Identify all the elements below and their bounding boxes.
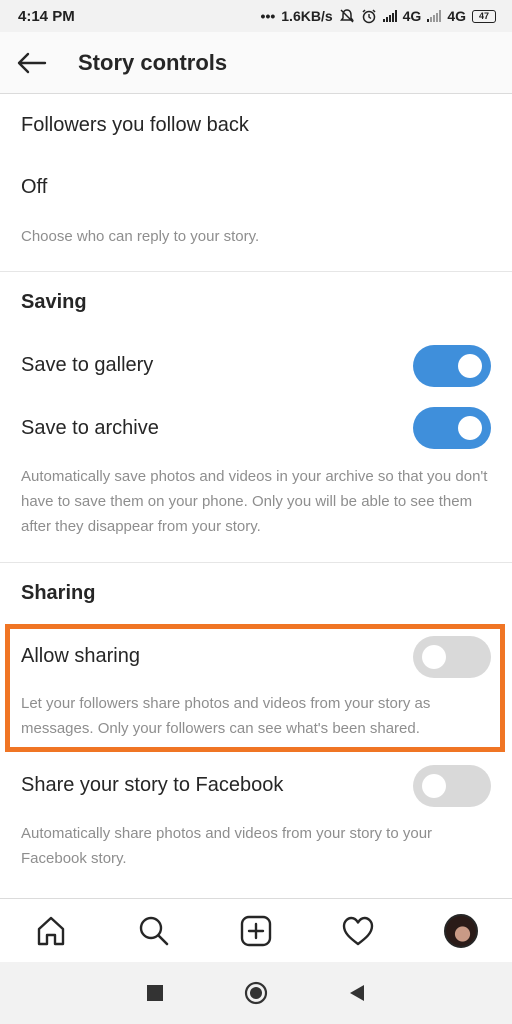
status-icons: ••• 1.6KB/s 4G 4G 47 xyxy=(261,8,496,24)
status-bar: 4:14 PM ••• 1.6KB/s 4G 4G 47 xyxy=(0,0,512,32)
divider xyxy=(0,271,512,272)
toggle-knob xyxy=(422,774,446,798)
home-icon xyxy=(37,916,65,945)
alarm-icon xyxy=(362,9,376,24)
share-to-facebook-description: Automatically share photos and videos fr… xyxy=(21,825,433,867)
share-to-facebook-toggle[interactable] xyxy=(413,765,491,807)
reply-option-followers-you-follow-back[interactable]: Followers you follow back xyxy=(21,114,249,137)
toggle-knob xyxy=(422,645,446,669)
tab-add-post[interactable] xyxy=(231,906,281,956)
toggle-knob xyxy=(458,354,482,378)
divider xyxy=(0,562,512,563)
saving-section-title: Saving xyxy=(21,291,87,313)
share-to-facebook-label: Share your story to Facebook xyxy=(21,774,284,796)
tab-activity[interactable] xyxy=(333,906,383,956)
back-button[interactable] xyxy=(0,32,62,94)
tab-home[interactable] xyxy=(26,906,76,956)
allow-sharing-toggle[interactable] xyxy=(413,636,491,678)
status-time: 4:14 PM xyxy=(18,7,75,25)
status-dots: ••• xyxy=(260,8,276,24)
network-type-2: 4G xyxy=(447,8,466,24)
reply-description: Choose who can reply to your story. xyxy=(21,228,260,245)
network-speed: 1.6KB/s xyxy=(281,8,333,24)
save-to-gallery-label: Save to gallery xyxy=(21,354,154,376)
back-arrow-icon xyxy=(17,52,47,73)
add-post-icon xyxy=(240,915,272,946)
allow-sharing-description: Let your followers share photos and vide… xyxy=(21,695,431,737)
android-nav-bar xyxy=(0,962,512,1024)
page-title: Story controls xyxy=(78,49,228,75)
toggle-knob xyxy=(458,416,482,440)
tab-profile[interactable] xyxy=(436,906,486,956)
battery-icon: 47 xyxy=(472,9,496,23)
network-type-1: 4G xyxy=(402,8,422,24)
sharing-section-title: Sharing xyxy=(21,582,96,604)
save-to-archive-toggle[interactable] xyxy=(413,407,491,449)
reply-option-off[interactable]: Off xyxy=(21,176,47,199)
header-bar: Story controls xyxy=(0,32,512,94)
saving-description: Automatically save photos and videos in … xyxy=(21,468,488,535)
search-icon xyxy=(139,916,168,945)
recent-apps-icon[interactable] xyxy=(146,984,164,1002)
back-icon[interactable] xyxy=(348,984,366,1002)
save-to-gallery-toggle[interactable] xyxy=(413,345,491,387)
tab-search[interactable] xyxy=(129,906,179,956)
signal-icon-1 xyxy=(382,10,397,22)
bottom-tab-bar xyxy=(0,898,512,962)
heart-icon xyxy=(343,916,374,945)
home-button-icon[interactable] xyxy=(244,981,268,1005)
save-to-archive-label: Save to archive xyxy=(21,417,159,439)
profile-avatar xyxy=(443,913,478,948)
mute-icon xyxy=(339,9,354,23)
signal-icon-2 xyxy=(427,10,442,22)
allow-sharing-label: Allow sharing xyxy=(21,645,140,667)
